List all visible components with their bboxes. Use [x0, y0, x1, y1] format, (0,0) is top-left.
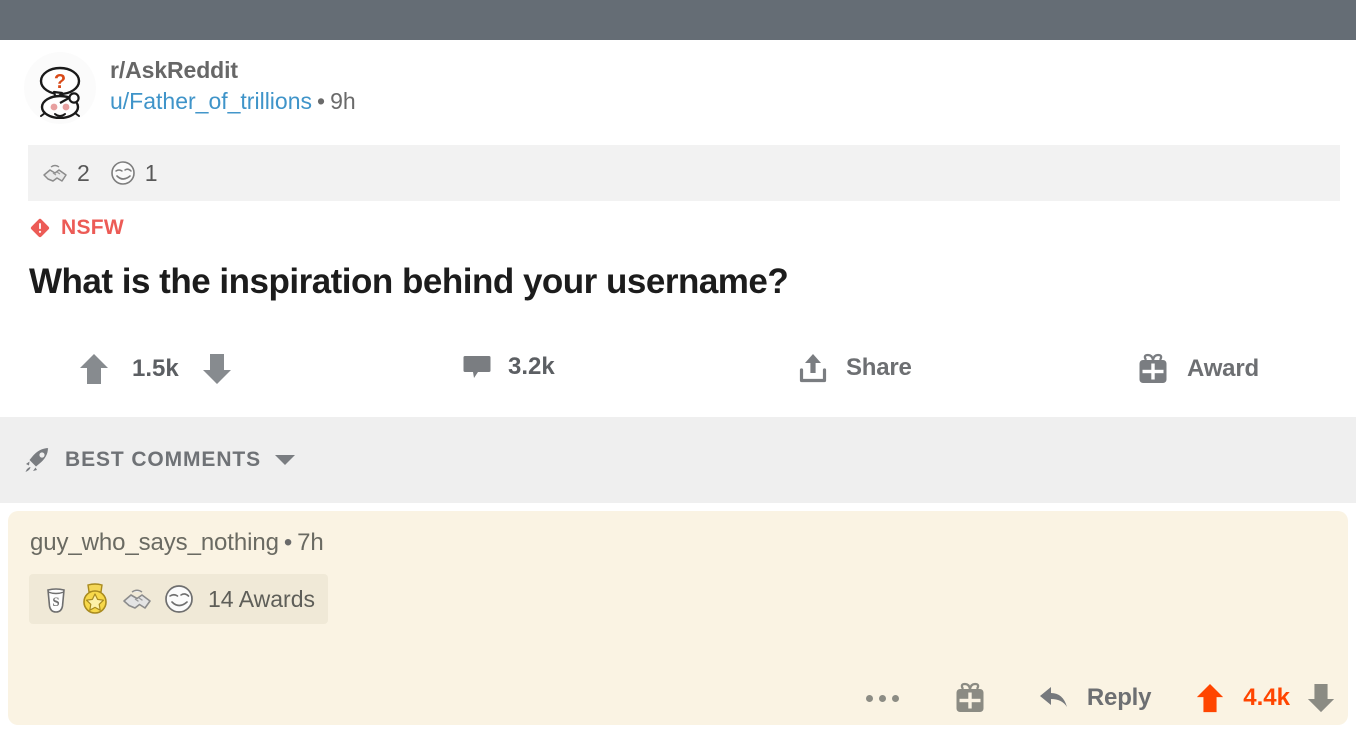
- comment-awards-label: 14 Awards: [208, 585, 315, 612]
- post-award-count: 2: [77, 159, 90, 186]
- comment-byline: guy_who_says_nothing • 7h: [30, 529, 324, 557]
- silver-s-award-icon: S: [40, 584, 70, 614]
- comment-bubble-icon: [462, 352, 492, 382]
- comment-awards-bar[interactable]: S 14 Awards: [29, 574, 328, 624]
- upvote-arrow-icon[interactable]: [1195, 682, 1225, 714]
- comment-author-name[interactable]: guy_who_says_nothing: [30, 529, 279, 556]
- comment-score: 4.4k: [1243, 684, 1290, 711]
- post-award-label: Award: [1187, 355, 1259, 382]
- subreddit-name[interactable]: r/AskReddit: [110, 56, 356, 84]
- post-comments-count: 3.2k: [508, 353, 555, 380]
- reply-arrow-icon: [1039, 684, 1073, 712]
- more-options-icon[interactable]: [865, 694, 899, 702]
- post-share-label: Share: [846, 354, 912, 381]
- svg-text:S: S: [52, 594, 59, 609]
- post-author-link[interactable]: u/Father_of_trillions: [110, 88, 312, 114]
- comment-card: guy_who_says_nothing • 7h S 14 Awards Re…: [8, 511, 1348, 725]
- chevron-down-icon[interactable]: [274, 453, 296, 467]
- post-awards-bar[interactable]: 2 1: [28, 145, 1340, 201]
- post-score: 1.5k: [132, 355, 179, 382]
- post-header: ? r/AskReddit u/Father_of_trillions • 9h: [24, 52, 356, 124]
- handshake-award-icon: [40, 158, 70, 188]
- comment-vote-group: 4.4k: [1195, 682, 1336, 714]
- post-vote-group: 1.5k: [78, 352, 233, 386]
- post-award-smiley[interactable]: 1: [108, 158, 158, 188]
- downvote-arrow-icon[interactable]: [201, 352, 233, 386]
- post-award-count: 1: [144, 159, 158, 186]
- share-upload-icon: [798, 352, 828, 384]
- subreddit-avatar[interactable]: ?: [24, 52, 96, 124]
- post-title: What is the inspiration behind your user…: [29, 262, 789, 301]
- post-award-button[interactable]: Award: [1136, 352, 1259, 386]
- rocket-icon: [22, 445, 52, 475]
- nsfw-diamond-icon: [28, 216, 52, 240]
- comment-reply-button[interactable]: Reply: [1039, 684, 1195, 712]
- post-action-bar: 1.5k 3.2k Share Award: [0, 352, 1356, 402]
- status-bar: [0, 0, 1356, 40]
- nsfw-label: NSFW: [61, 216, 125, 239]
- gold-star-medal-award-icon: [78, 582, 112, 616]
- reddit-post-screen: ? r/AskReddit u/Father_of_trillions•9h: [0, 0, 1356, 737]
- post-share-button[interactable]: Share: [798, 352, 912, 384]
- comment-reply-label: Reply: [1086, 684, 1152, 711]
- upvote-arrow-icon[interactable]: [78, 352, 110, 386]
- post-award-handshake[interactable]: 2: [40, 158, 90, 188]
- post-byline: u/Father_of_trillions • 9h: [110, 86, 356, 116]
- byline-separator: •: [317, 88, 326, 114]
- comment-sort-bar[interactable]: BEST COMMENTS: [0, 417, 1356, 503]
- nsfw-badge: NSFW: [28, 216, 124, 240]
- downvote-arrow-icon[interactable]: [1306, 682, 1336, 714]
- svg-text:?: ?: [54, 71, 66, 93]
- comment-byline-separator: •: [283, 529, 293, 556]
- comment-action-bar: Reply 4.4k: [865, 681, 1336, 715]
- comment-gift-button[interactable]: [953, 681, 987, 715]
- smiley-award-icon: [162, 582, 196, 616]
- sort-label: BEST COMMENTS: [65, 448, 262, 471]
- post-comments-button[interactable]: 3.2k: [462, 352, 555, 382]
- handshake-award-icon: [120, 582, 154, 616]
- gift-box-icon: [1136, 352, 1170, 386]
- post-age: 9h: [330, 88, 356, 114]
- comment-age: 7h: [297, 529, 324, 556]
- smiley-award-icon: [108, 158, 138, 188]
